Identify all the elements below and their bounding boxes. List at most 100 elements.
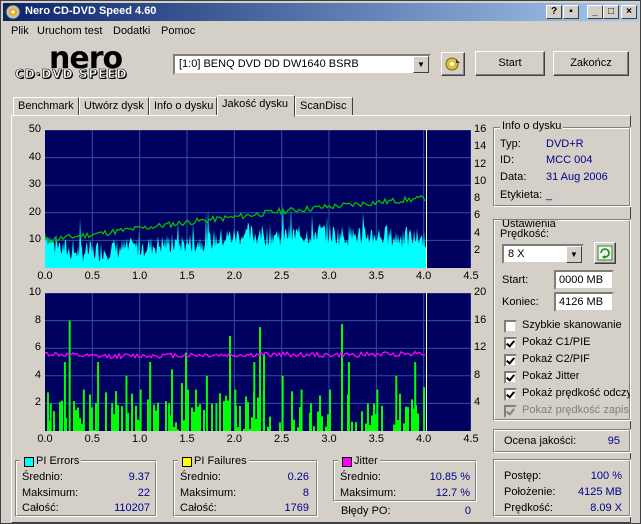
- pi-failure-bar: [157, 402, 159, 431]
- y-right-tick-label: 12: [474, 341, 487, 354]
- pi-failure-bar: [279, 422, 281, 431]
- pi-failure-bar: [193, 411, 195, 431]
- pi-failure-bar: [117, 405, 119, 431]
- x-tick-label: 0.5: [84, 433, 100, 445]
- menu-extras[interactable]: Dodatki: [113, 25, 150, 37]
- pi-failure-bar: [239, 406, 241, 431]
- pi-failure-bar: [325, 426, 327, 431]
- pi-failure-bar: [173, 426, 175, 431]
- pi-failure-bar: [199, 404, 201, 431]
- pi-failure-bar: [168, 403, 171, 431]
- tab-disc-quality[interactable]: Jakość dysku: [217, 95, 295, 117]
- jitter-color-swatch: [342, 457, 352, 467]
- pi-failure-bar: [373, 403, 375, 431]
- pi-failures-avg-value: 0.26: [287, 471, 309, 483]
- checkbox-label-4: Pokaż prędkość odczytu: [522, 387, 631, 399]
- y-left-tick-label: 50: [28, 123, 41, 135]
- chevron-down-icon[interactable]: ▼: [566, 246, 582, 263]
- start-mb-input[interactable]: 0000 MB: [554, 270, 614, 290]
- close-button[interactable]: ×: [621, 5, 637, 19]
- y-left-tick-label: 20: [28, 205, 41, 218]
- pi-failure-bar: [147, 399, 149, 431]
- pi-failure-bar: [365, 423, 367, 431]
- minimize-button[interactable]: _: [587, 5, 603, 19]
- pi-errors-chart: [45, 130, 471, 268]
- checkbox-label-3: Pokaż Jitter: [522, 370, 580, 382]
- y-right-tick-label: 8: [474, 368, 481, 381]
- disc-type-label: Typ:: [500, 138, 521, 150]
- checkbox-0[interactable]: [504, 320, 517, 333]
- save-icon[interactable]: ▪: [563, 5, 579, 19]
- menu-file[interactable]: Plik: [11, 25, 29, 37]
- start-mb-label: Start:: [502, 274, 529, 286]
- pi-failure-bar: [300, 389, 303, 431]
- pi-failure-bar: [393, 424, 395, 431]
- chevron-down-icon[interactable]: ▼: [413, 56, 429, 73]
- drive-select[interactable]: [1:0] BENQ DVD DD DW1640 BSRB ▼: [173, 54, 431, 75]
- tab-scandisc[interactable]: ScanDisc: [295, 97, 353, 116]
- speed-select[interactable]: 8 X ▼: [502, 244, 584, 264]
- pi-failure-bar: [369, 424, 371, 431]
- pi-failure-bar: [249, 428, 251, 431]
- pi-failure-bar: [310, 403, 313, 431]
- quality-score-value: 95: [607, 435, 620, 447]
- pi-failure-bar: [68, 320, 71, 431]
- pi-failure-bar: [77, 407, 79, 431]
- y-left-tick-label: 40: [28, 150, 41, 163]
- pi-failures-color-swatch: [182, 457, 192, 467]
- nero-disc-icon: [5, 4, 21, 20]
- pi-failure-bar: [355, 422, 357, 431]
- checkbox-2[interactable]: [504, 354, 517, 367]
- menu-run-test[interactable]: Uruchom test: [37, 25, 102, 37]
- checkbox-5: [504, 405, 517, 418]
- pi-failures-avg-label: Średnio:: [180, 471, 221, 483]
- pi-failure-bar: [366, 403, 369, 431]
- y-left-tick-label: 30: [28, 178, 41, 191]
- checkbox-4[interactable]: [504, 388, 517, 401]
- app-window: Nero CD-DVD Speed 4.60 ? ▪ _ □ × Plik Ur…: [0, 0, 641, 524]
- pi-failure-bar: [234, 389, 237, 431]
- pi-failure-bar: [319, 395, 321, 431]
- title-bar[interactable]: Nero CD-DVD Speed 4.60 ? ▪ _ □ ×: [3, 3, 639, 21]
- pi-failure-bar: [257, 397, 259, 431]
- y-right-tick-label: 4: [474, 226, 481, 239]
- pi-failure-bar: [321, 416, 323, 431]
- x-tick-label: 3.0: [321, 433, 337, 445]
- jitter-max-label: Maksimum:: [340, 487, 397, 499]
- help-icon[interactable]: ?: [546, 5, 562, 19]
- pi-failure-bar: [417, 413, 419, 431]
- pi-failure-bar: [53, 411, 55, 431]
- settings-group: Ustawienia Prędkość: 8 X ▼ Start: 0000 M…: [493, 219, 631, 421]
- pi-failures-max-value: 8: [302, 487, 309, 499]
- eject-button[interactable]: [441, 52, 465, 76]
- progress-label: Postęp:: [504, 470, 542, 482]
- pi-failure-bar: [397, 420, 399, 431]
- disc-date-value: 31 Aug 2006: [546, 171, 608, 183]
- pi-failure-bar: [137, 419, 139, 431]
- end-mb-value: 4126 MB: [559, 296, 604, 308]
- maximize-button[interactable]: □: [603, 5, 619, 19]
- pi-failure-bar: [79, 418, 81, 431]
- menu-help[interactable]: Pomoc: [161, 25, 195, 37]
- pi-failure-bar: [105, 392, 107, 431]
- y-right-tick-label: 14: [474, 140, 487, 153]
- disc-label-label: Etykieta:: [500, 189, 543, 201]
- pi-failure-bar: [153, 404, 155, 431]
- checkbox-1[interactable]: [504, 337, 517, 350]
- x-tick-label: 4.0: [416, 433, 432, 445]
- quality-score-label: Ocena jakości:: [504, 435, 577, 447]
- speed-label: Prędkość:: [500, 228, 549, 240]
- stop-button[interactable]: Zakończ: [553, 51, 629, 76]
- tab-benchmark[interactable]: Benchmark: [13, 97, 79, 116]
- refresh-speed-button[interactable]: [594, 242, 616, 264]
- x-tick-label: 2.5: [274, 433, 290, 445]
- tab-create-disc[interactable]: Utwórz dysk: [79, 97, 149, 116]
- jitter-avg-label: Średnio:: [340, 471, 381, 483]
- end-mb-input[interactable]: 4126 MB: [554, 292, 614, 312]
- tab-disc-info[interactable]: Info o dysku: [149, 97, 217, 116]
- pi-failure-bar: [185, 352, 187, 431]
- quality-score-box: Ocena jakości: 95: [493, 429, 631, 453]
- checkbox-3[interactable]: [504, 371, 517, 384]
- start-button[interactable]: Start: [475, 51, 545, 76]
- pi-failure-bar: [371, 415, 373, 431]
